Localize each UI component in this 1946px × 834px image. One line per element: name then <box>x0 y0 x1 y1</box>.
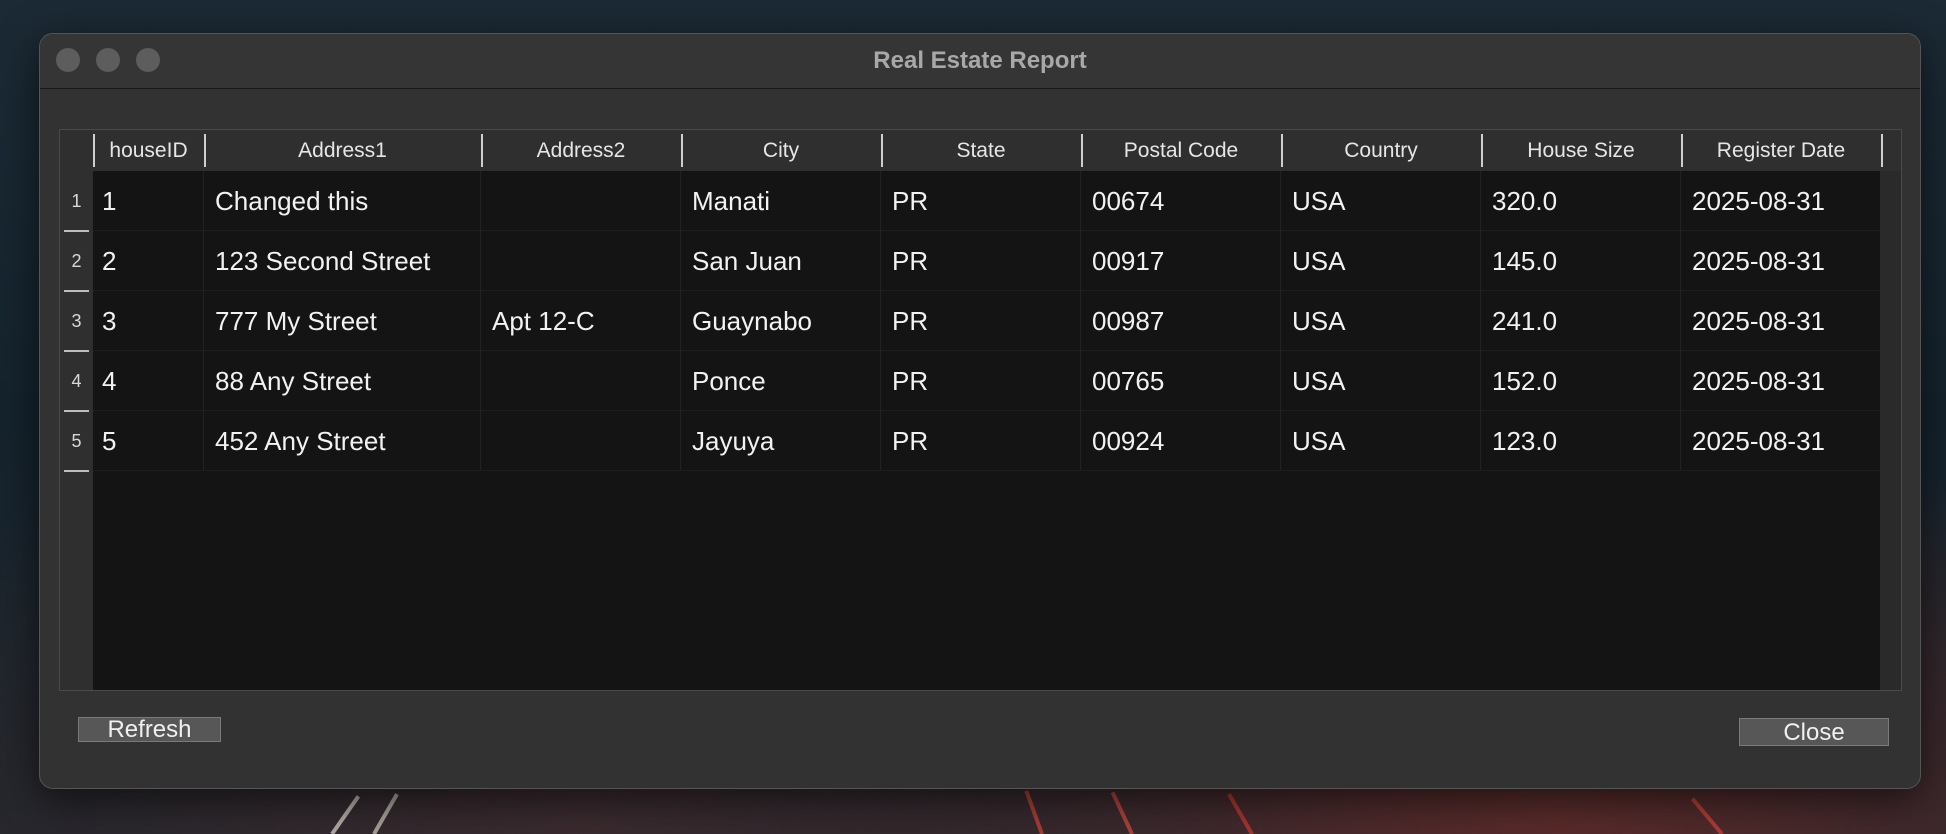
row-header[interactable]: 2 <box>60 231 93 291</box>
cell-house-size[interactable]: 241.0 <box>1481 291 1681 351</box>
row-header[interactable]: 3 <box>60 291 93 351</box>
cell-country[interactable]: USA <box>1281 411 1481 471</box>
cell-state[interactable]: PR <box>881 291 1081 351</box>
vertical-scrollbar[interactable] <box>1880 171 1901 690</box>
data-table[interactable]: houseID Address1 Address2 City State Postal C… <box>59 129 1902 691</box>
cell-state[interactable]: PR <box>881 411 1081 471</box>
row-separator <box>64 470 89 472</box>
cell-country[interactable]: USA <box>1281 351 1481 411</box>
cell-country[interactable]: USA <box>1281 231 1481 291</box>
cell-postal-code[interactable]: 00674 <box>1081 171 1281 231</box>
cell-postal-code[interactable]: 00987 <box>1081 291 1281 351</box>
table-row[interactable]: 3 777 My Street Apt 12-C Guaynabo PR 00987 USA… <box>93 291 1881 351</box>
row-header[interactable]: 5 <box>60 411 93 471</box>
table-row[interactable]: 1 Changed this Manati PR 00674 USA 320.0 2025-0… <box>93 171 1881 231</box>
column-header-houseid[interactable]: houseID <box>93 130 204 171</box>
background-light-streak <box>330 795 361 834</box>
cell-address2[interactable] <box>481 411 681 471</box>
table-corner-button[interactable] <box>60 130 93 171</box>
table-header-row: houseID Address1 Address2 City State Postal C… <box>93 130 1901 171</box>
cell-address2[interactable] <box>481 171 681 231</box>
table-row[interactable]: 5 452 Any Street Jayuya PR 00924 USA 123.0 2025… <box>93 411 1881 471</box>
cell-house-size[interactable]: 320.0 <box>1481 171 1681 231</box>
cell-houseid[interactable]: 4 <box>93 351 204 411</box>
cell-state[interactable]: PR <box>881 231 1081 291</box>
cell-city[interactable]: Guaynabo <box>681 291 881 351</box>
cell-houseid[interactable]: 2 <box>93 231 204 291</box>
window-title: Real Estate Report <box>873 47 1087 74</box>
background-light-streak <box>1110 791 1134 834</box>
cell-register-date[interactable]: 2025-08-31 <box>1681 231 1881 291</box>
cell-house-size[interactable]: 123.0 <box>1481 411 1681 471</box>
column-header-city[interactable]: City <box>681 130 881 171</box>
close-button[interactable]: Close <box>1739 718 1889 746</box>
cell-register-date[interactable]: 2025-08-31 <box>1681 351 1881 411</box>
column-header-postal-code[interactable]: Postal Code <box>1081 130 1281 171</box>
table-row[interactable]: 2 123 Second Street San Juan PR 00917 USA 145.… <box>93 231 1881 291</box>
cell-address1[interactable]: 777 My Street <box>204 291 481 351</box>
column-header-register-date[interactable]: Register Date <box>1681 130 1881 171</box>
row-header[interactable]: 4 <box>60 351 93 411</box>
cell-postal-code[interactable]: 00765 <box>1081 351 1281 411</box>
cell-address1[interactable]: 88 Any Street <box>204 351 481 411</box>
column-header-state[interactable]: State <box>881 130 1081 171</box>
cell-address2[interactable] <box>481 351 681 411</box>
cell-address2[interactable] <box>481 231 681 291</box>
cell-register-date[interactable]: 2025-08-31 <box>1681 411 1881 471</box>
background-light-streak <box>1227 793 1254 834</box>
cell-country[interactable]: USA <box>1281 291 1481 351</box>
row-header[interactable]: 1 <box>60 171 93 231</box>
cell-state[interactable]: PR <box>881 171 1081 231</box>
cell-address1[interactable]: 123 Second Street <box>204 231 481 291</box>
cell-house-size[interactable]: 145.0 <box>1481 231 1681 291</box>
cell-city[interactable]: Ponce <box>681 351 881 411</box>
background-light-streak <box>1024 790 1044 834</box>
cell-houseid[interactable]: 1 <box>93 171 204 231</box>
cell-houseid[interactable]: 5 <box>93 411 204 471</box>
report-window: Real Estate Report houseID Address1 Addres… <box>39 33 1921 789</box>
cell-city[interactable]: Manati <box>681 171 881 231</box>
cell-address1[interactable]: Changed this <box>204 171 481 231</box>
background-light-streak <box>372 793 399 834</box>
refresh-button[interactable]: Refresh <box>78 717 221 742</box>
column-header-address2[interactable]: Address2 <box>481 130 681 171</box>
cell-address1[interactable]: 452 Any Street <box>204 411 481 471</box>
cell-address2[interactable]: Apt 12-C <box>481 291 681 351</box>
cell-city[interactable]: San Juan <box>681 231 881 291</box>
column-header-house-size[interactable]: House Size <box>1481 130 1681 171</box>
cell-country[interactable]: USA <box>1281 171 1481 231</box>
column-header-address1[interactable]: Address1 <box>204 130 481 171</box>
cell-postal-code[interactable]: 00917 <box>1081 231 1281 291</box>
column-separator[interactable] <box>1881 134 1883 167</box>
background-light-streak <box>1690 797 1724 834</box>
cell-register-date[interactable]: 2025-08-31 <box>1681 171 1881 231</box>
cell-houseid[interactable]: 3 <box>93 291 204 351</box>
cell-postal-code[interactable]: 00924 <box>1081 411 1281 471</box>
cell-state[interactable]: PR <box>881 351 1081 411</box>
column-header-country[interactable]: Country <box>1281 130 1481 171</box>
window-titlebar[interactable]: Real Estate Report <box>40 34 1920 89</box>
cell-register-date[interactable]: 2025-08-31 <box>1681 291 1881 351</box>
table-row[interactable]: 4 88 Any Street Ponce PR 00765 USA 152.0 2025-0… <box>93 351 1881 411</box>
cell-city[interactable]: Jayuya <box>681 411 881 471</box>
cell-house-size[interactable]: 152.0 <box>1481 351 1681 411</box>
